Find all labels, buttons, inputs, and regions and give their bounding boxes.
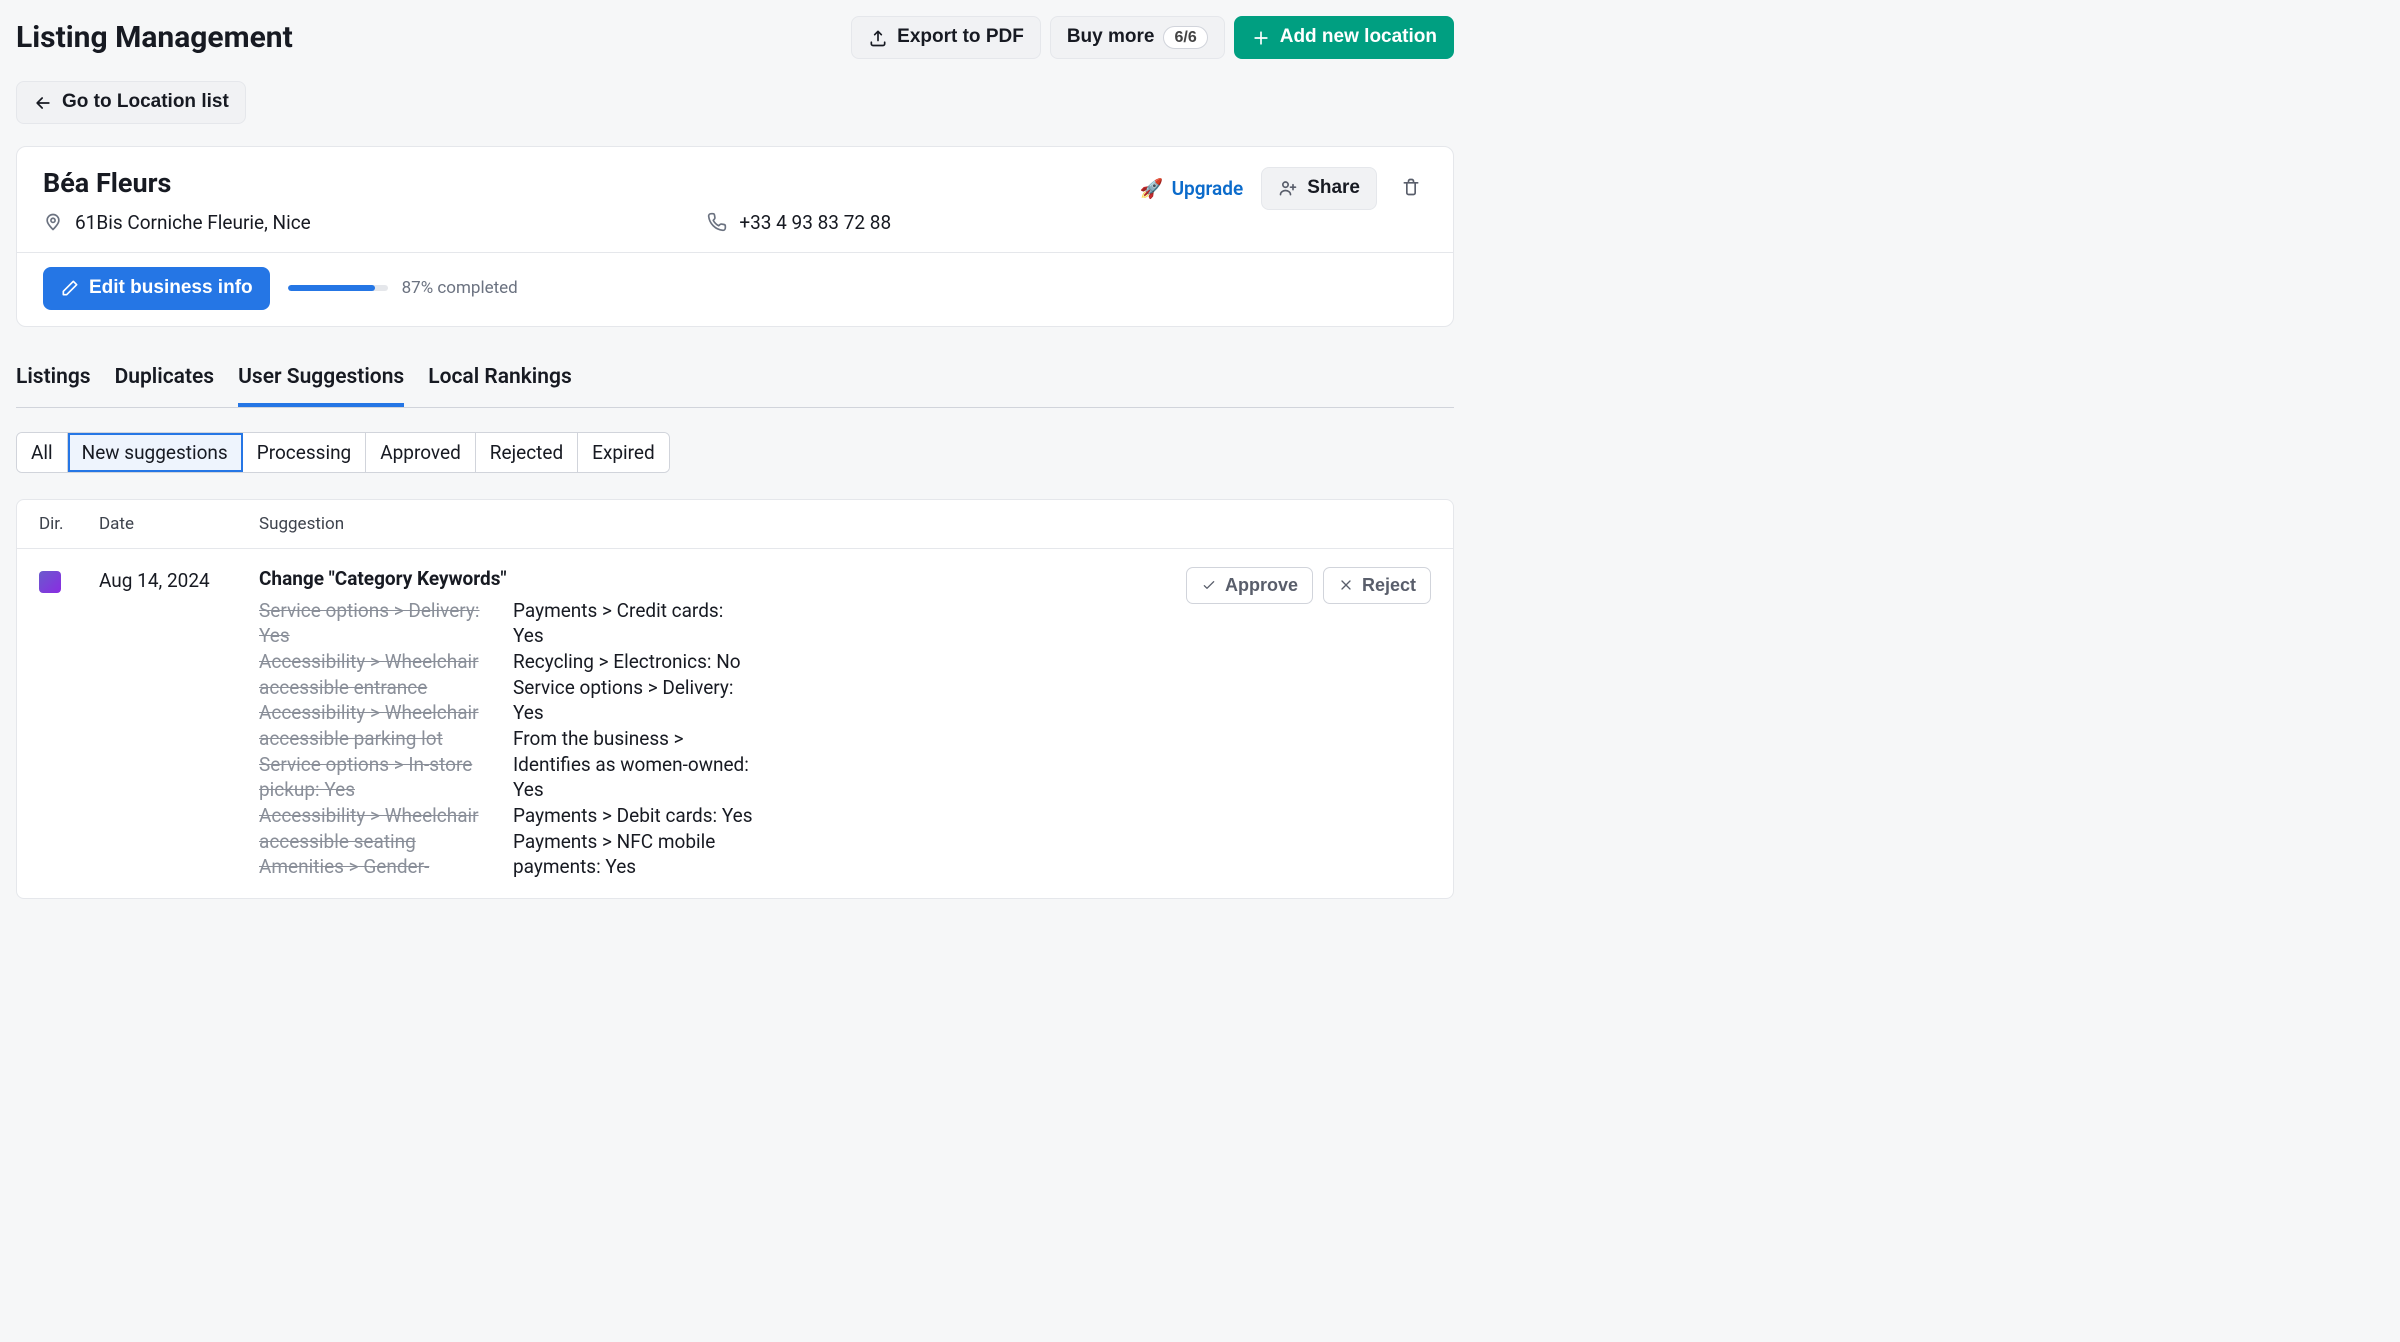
old-value: Amenities > Gender- <box>259 854 499 880</box>
business-card: Béa Fleurs 61Bis Corniche Fleurie, Nice … <box>16 146 1454 327</box>
completion-progress: 87% completed <box>288 278 518 298</box>
upload-icon <box>868 28 888 48</box>
old-value: Accessibility > Wheelchair accessible en… <box>259 649 499 700</box>
arrow-left-icon <box>33 93 53 113</box>
old-value: Service options > Delivery: Yes <box>259 598 499 649</box>
plus-icon <box>1251 28 1271 48</box>
edit-business-label: Edit business info <box>89 277 253 300</box>
check-icon <box>1201 577 1217 593</box>
tabs: Listings Duplicates User Suggestions Local … <box>16 357 1454 408</box>
col-suggestion: Suggestion <box>259 514 1171 534</box>
back-label: Go to Location list <box>62 91 229 114</box>
person-plus-icon <box>1278 178 1298 198</box>
row-date: Aug 14, 2024 <box>99 567 259 592</box>
buy-more-count-badge: 6/6 <box>1163 26 1207 49</box>
buy-more-label: Buy more <box>1067 26 1155 49</box>
add-location-button[interactable]: Add new location <box>1234 16 1454 59</box>
delete-button[interactable] <box>1395 171 1427 206</box>
upgrade-label: Upgrade <box>1172 177 1244 200</box>
suggestions-table: Dir. Date Suggestion Aug 14, 2024 Change… <box>16 499 1454 899</box>
page-title: Listing Management <box>16 20 851 55</box>
suggestion-title: Change "Category Keywords" <box>259 567 1171 590</box>
old-value: Service options > In-store pickup: Yes <box>259 752 499 803</box>
completion-text: 87% completed <box>402 278 518 298</box>
filter-expired[interactable]: Expired <box>578 433 669 472</box>
col-dir: Dir. <box>39 514 99 534</box>
approve-label: Approve <box>1225 575 1298 596</box>
filter-processing[interactable]: Processing <box>243 433 367 472</box>
filter-new-suggestions[interactable]: New suggestions <box>68 433 243 472</box>
rocket-icon: 🚀 <box>1140 177 1164 200</box>
filter-rejected[interactable]: Rejected <box>476 433 578 472</box>
new-value: Payments > Credit cards: Yes <box>513 598 753 649</box>
new-value: From the business > Identifies as women-… <box>513 726 753 803</box>
filter-approved[interactable]: Approved <box>366 433 476 472</box>
table-row: Aug 14, 2024 Change "Category Keywords" … <box>17 549 1453 898</box>
old-value: Accessibility > Wheelchair accessible pa… <box>259 700 499 751</box>
new-value: Payments > Debit cards: Yes <box>513 803 753 829</box>
new-value: Recycling > Electronics: No <box>513 649 753 675</box>
directory-icon <box>39 571 61 593</box>
new-value: Payments > NFC mobile payments: Yes <box>513 829 753 880</box>
pin-icon <box>43 212 63 232</box>
edit-business-button[interactable]: Edit business info <box>43 267 270 310</box>
buy-more-button[interactable]: Buy more 6/6 <box>1050 16 1225 59</box>
back-button[interactable]: Go to Location list <box>16 81 246 124</box>
tab-duplicates[interactable]: Duplicates <box>115 357 215 407</box>
x-icon <box>1338 577 1354 593</box>
filter-all[interactable]: All <box>17 433 68 472</box>
phone-icon <box>707 212 727 232</box>
business-address: 61Bis Corniche Fleurie, Nice <box>75 211 311 234</box>
old-value: Accessibility > Wheelchair accessible se… <box>259 803 499 854</box>
export-pdf-button[interactable]: Export to PDF <box>851 16 1041 59</box>
reject-button[interactable]: Reject <box>1323 567 1431 604</box>
tab-listings[interactable]: Listings <box>16 357 91 407</box>
pencil-icon <box>60 278 80 298</box>
filter-group: AllNew suggestionsProcessingApprovedReje… <box>16 432 670 473</box>
add-location-label: Add new location <box>1280 26 1437 49</box>
trash-icon <box>1401 177 1421 197</box>
share-label: Share <box>1307 177 1360 200</box>
approve-button[interactable]: Approve <box>1186 567 1313 604</box>
upgrade-link[interactable]: 🚀 Upgrade <box>1140 177 1243 200</box>
new-value: Service options > Delivery: Yes <box>513 675 753 726</box>
business-phone: +33 4 93 83 72 88 <box>739 211 891 234</box>
export-pdf-label: Export to PDF <box>897 26 1024 49</box>
reject-label: Reject <box>1362 575 1416 596</box>
tab-user-suggestions[interactable]: User Suggestions <box>238 357 404 407</box>
col-date: Date <box>99 514 259 534</box>
share-button[interactable]: Share <box>1261 167 1377 210</box>
tab-local-rankings[interactable]: Local Rankings <box>428 357 572 407</box>
